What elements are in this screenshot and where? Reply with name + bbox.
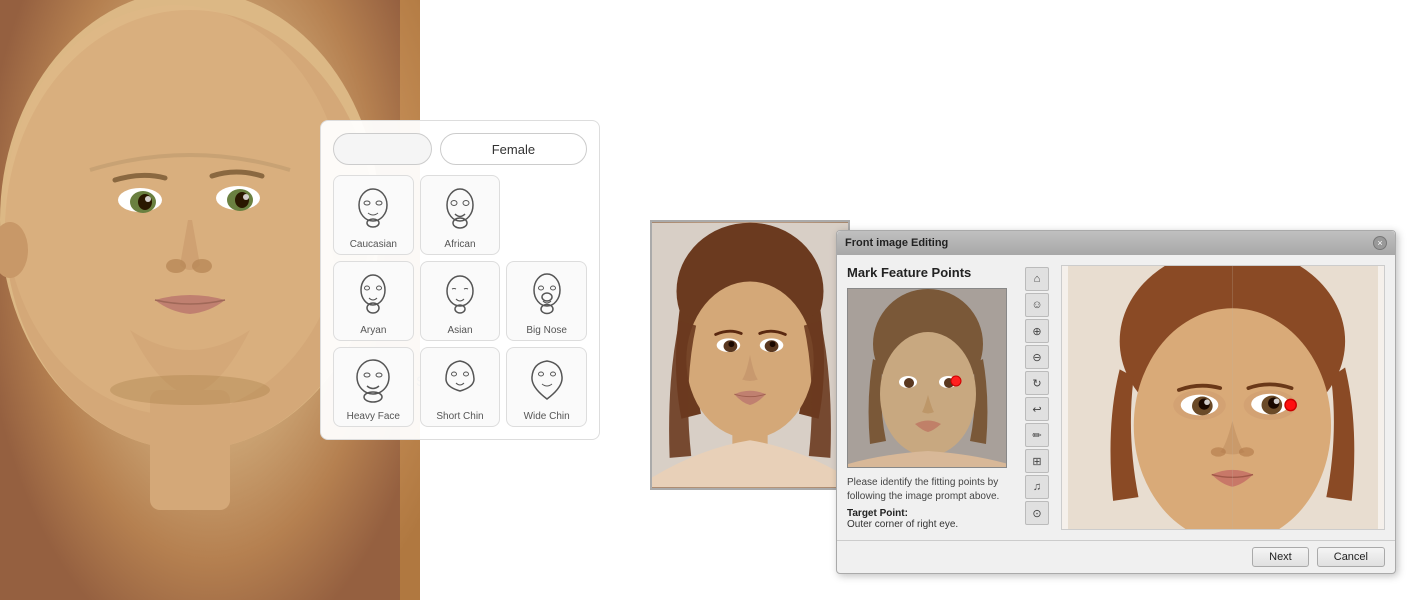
settings-tool-button[interactable]: ⊙ <box>1025 501 1049 525</box>
mark-feature-heading: Mark Feature Points <box>847 265 1017 280</box>
close-icon: × <box>1377 238 1382 248</box>
face-type-asian[interactable]: Asian <box>420 261 501 341</box>
dialog-left-panel: Mark Feature Points <box>847 265 1017 530</box>
dialog-body: Mark Feature Points <box>837 255 1395 540</box>
dialog-small-face-preview[interactable] <box>847 288 1007 468</box>
face-type-aryan[interactable]: Aryan <box>333 261 414 341</box>
audio-tool-button[interactable]: ♫ <box>1025 475 1049 499</box>
female-label: Female <box>492 142 535 157</box>
front-image-dialog: Front image Editing × Mark Feature Point… <box>836 230 1396 574</box>
zoom-in-tool-button[interactable]: ⊕ <box>1025 319 1049 343</box>
face-type-caucasian[interactable]: Caucasian <box>333 175 414 255</box>
face-panel-header: Female <box>333 133 587 165</box>
face-type-wide-chin[interactable]: Wide Chin <box>506 347 587 427</box>
dialog-target-label: Target Point: <box>847 508 1017 519</box>
short-chin-label: Short Chin <box>436 411 483 422</box>
face-type-african[interactable]: African <box>420 175 501 255</box>
photo-preview-content <box>652 222 848 488</box>
short-chin-icon <box>438 355 482 409</box>
face-type-big-nose[interactable]: Big Nose <box>506 261 587 341</box>
grid-tool-button[interactable]: ⊞ <box>1025 449 1049 473</box>
cancel-button[interactable]: Cancel <box>1317 547 1385 567</box>
dialog-footer: Next Cancel <box>837 540 1395 573</box>
home-tool-button[interactable]: ⌂ <box>1025 267 1049 291</box>
aryan-label: Aryan <box>360 325 386 336</box>
brush-tool-button[interactable]: ✏ <box>1025 423 1049 447</box>
dialog-large-face-view[interactable] <box>1061 265 1385 530</box>
dialog-toolbar: ⌂ ☺ ⊕ ⊖ ↻ ↩ ✏ ⊞ ♫ ⊙ <box>1025 265 1053 530</box>
dialog-close-button[interactable]: × <box>1373 236 1387 250</box>
big-nose-label: Big Nose <box>526 325 567 336</box>
face-type-heavy-face[interactable]: Heavy Face <box>333 347 414 427</box>
next-button[interactable]: Next <box>1252 547 1309 567</box>
female-option-button[interactable]: Female <box>440 133 587 165</box>
face-type-short-chin[interactable]: Short Chin <box>420 347 501 427</box>
dialog-target-value: Outer corner of right eye. <box>847 519 1017 530</box>
face-type-panel: Female Caucasian <box>320 120 600 440</box>
wide-chin-label: Wide Chin <box>524 411 570 422</box>
heavy-face-icon <box>351 355 395 409</box>
photo-preview-box <box>650 220 850 490</box>
photo-face-svg <box>652 220 848 490</box>
face-type-grid: Caucasian African <box>333 175 587 427</box>
african-icon <box>438 183 482 237</box>
heavy-face-label: Heavy Face <box>347 411 400 422</box>
african-label: African <box>444 239 475 250</box>
aryan-icon <box>351 269 395 323</box>
dialog-description: Please identify the fitting points by fo… <box>847 476 1017 504</box>
large-face-svg <box>1062 266 1384 529</box>
caucasian-label: Caucasian <box>350 239 397 250</box>
dialog-titlebar: Front image Editing × <box>837 231 1395 255</box>
asian-icon <box>438 269 482 323</box>
undo-tool-button[interactable]: ↩ <box>1025 397 1049 421</box>
face-detect-tool-button[interactable]: ☺ <box>1025 293 1049 317</box>
small-face-svg <box>848 289 1007 468</box>
big-nose-icon <box>525 269 569 323</box>
dialog-title: Front image Editing <box>845 237 948 249</box>
rotate-tool-button[interactable]: ↻ <box>1025 371 1049 395</box>
target-label-text: Target Point: <box>847 508 908 519</box>
asian-label: Asian <box>447 325 472 336</box>
caucasian-icon <box>351 183 395 237</box>
blank-option-button[interactable] <box>333 133 432 165</box>
wide-chin-icon <box>525 355 569 409</box>
zoom-out-tool-button[interactable]: ⊖ <box>1025 345 1049 369</box>
